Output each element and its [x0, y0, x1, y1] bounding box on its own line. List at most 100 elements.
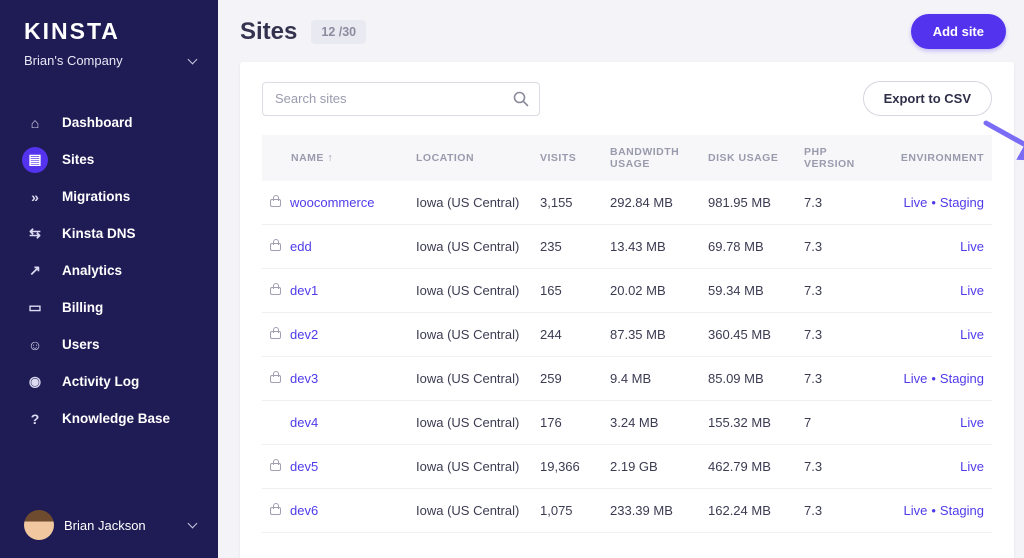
- lock-icon: [270, 194, 281, 207]
- sidebar-item-label: Activity Log: [62, 374, 140, 389]
- export-csv-button[interactable]: Export to CSV: [862, 81, 992, 116]
- search-icon: [513, 91, 529, 106]
- table-row: edd Iowa (US Central) 235 13.43 MB 69.78…: [262, 224, 992, 269]
- sidebar-item-kinsta-dns[interactable]: ⇆ Kinsta DNS: [0, 215, 218, 252]
- search-box: [262, 81, 540, 116]
- env-link-staging[interactable]: Staging: [940, 503, 984, 518]
- location-cell: Iowa (US Central): [408, 488, 532, 533]
- lock-icon: [270, 238, 281, 251]
- lock-icon: [270, 282, 281, 295]
- app-root: Kinsta Brian's Company ⌂ Dashboard ▤ Sit…: [0, 0, 1024, 558]
- site-name-link[interactable]: dev2: [290, 327, 318, 342]
- sidebar-item-label: Sites: [62, 152, 95, 167]
- sites-card: Export to CSV NAME ↑LOCATIONVISITSBANDWI…: [240, 62, 1014, 558]
- env-link-live[interactable]: Live: [960, 459, 984, 474]
- sidebar: Kinsta Brian's Company ⌂ Dashboard ▤ Sit…: [0, 0, 218, 558]
- sidebar-item-label: Knowledge Base: [62, 411, 171, 426]
- php-version-cell: 7.3: [796, 181, 880, 225]
- table-row: dev6 Iowa (US Central) 1,075 233.39 MB 1…: [262, 488, 992, 533]
- column-header-disk[interactable]: DISK USAGE: [700, 135, 796, 181]
- dashboard-icon: ⌂: [30, 114, 40, 131]
- sidebar-item-users[interactable]: ☺ Users: [0, 326, 218, 363]
- site-name-link[interactable]: woocommerce: [290, 195, 375, 210]
- environment-cell: Live: [880, 312, 992, 357]
- env-link-live[interactable]: Live: [903, 503, 927, 518]
- env-separator-icon: •: [931, 371, 936, 386]
- column-header-name[interactable]: NAME ↑: [262, 135, 408, 181]
- site-name-link[interactable]: dev5: [290, 459, 318, 474]
- sidebar-nav: ⌂ Dashboard ▤ Sites » Migrations ⇆ Kinst…: [0, 104, 218, 437]
- environment-cell: Live: [880, 400, 992, 445]
- sidebar-item-migrations[interactable]: » Migrations: [0, 178, 218, 215]
- bandwidth-cell: 87.35 MB: [602, 312, 700, 357]
- location-cell: Iowa (US Central): [408, 312, 532, 357]
- column-header-location[interactable]: LOCATION: [408, 135, 532, 181]
- chevron-down-icon: [187, 518, 198, 529]
- analytics-icon: ↗: [29, 262, 41, 278]
- sidebar-item-sites[interactable]: ▤ Sites: [0, 141, 218, 178]
- php-version-cell: 7.3: [796, 312, 880, 357]
- env-link-live[interactable]: Live: [960, 239, 984, 254]
- location-cell: Iowa (US Central): [408, 444, 532, 489]
- php-version-cell: 7.3: [796, 444, 880, 489]
- sites-icon: ▤: [22, 146, 48, 173]
- sidebar-item-billing[interactable]: ▭ Billing: [0, 289, 218, 326]
- env-link-live[interactable]: Live: [960, 415, 984, 430]
- site-name-link[interactable]: dev4: [290, 415, 318, 430]
- disk-cell: 162.24 MB: [700, 488, 796, 533]
- disk-cell: 85.09 MB: [700, 356, 796, 401]
- table-body: woocommerce Iowa (US Central) 3,155 292.…: [262, 181, 992, 533]
- php-version-cell: 7.3: [796, 224, 880, 269]
- disk-cell: 462.79 MB: [700, 444, 796, 489]
- sidebar-item-label: Migrations: [62, 189, 131, 204]
- sort-arrow-icon: ↑: [323, 152, 334, 164]
- sidebar-item-label: Kinsta DNS: [62, 226, 136, 241]
- location-cell: Iowa (US Central): [408, 356, 532, 401]
- column-header-visits[interactable]: VISITS: [532, 135, 602, 181]
- company-selector[interactable]: Brian's Company: [0, 49, 218, 82]
- sidebar-item-knowledge-base[interactable]: ? Knowledge Base: [0, 400, 218, 437]
- env-link-staging[interactable]: Staging: [940, 371, 984, 386]
- sidebar-item-dashboard[interactable]: ⌂ Dashboard: [0, 104, 218, 141]
- sites-toolbar: Export to CSV: [240, 62, 1014, 135]
- bandwidth-cell: 292.84 MB: [602, 181, 700, 225]
- site-name-link[interactable]: dev3: [290, 371, 318, 386]
- kinsta-dns-icon: ⇆: [29, 225, 41, 241]
- users-icon: ☺: [27, 336, 43, 353]
- site-name-link[interactable]: dev6: [290, 503, 318, 518]
- search-sites-input[interactable]: [262, 81, 540, 116]
- table-row: dev5 Iowa (US Central) 19,366 2.19 GB 46…: [262, 444, 992, 489]
- company-name: Brian's Company: [24, 53, 123, 68]
- visits-cell: 259: [532, 356, 602, 401]
- env-link-live[interactable]: Live: [903, 195, 927, 210]
- lock-icon: [270, 502, 281, 515]
- environment-cell: Live • Staging: [880, 181, 992, 225]
- bandwidth-cell: 233.39 MB: [602, 488, 700, 533]
- lock-icon: [270, 370, 281, 383]
- env-link-staging[interactable]: Staging: [940, 195, 984, 210]
- table-row: dev3 Iowa (US Central) 259 9.4 MB 85.09 …: [262, 356, 992, 401]
- add-site-button[interactable]: Add site: [910, 14, 1006, 49]
- sidebar-item-label: Users: [62, 337, 100, 352]
- sidebar-item-label: Dashboard: [62, 115, 133, 130]
- column-header-bandwidth[interactable]: BANDWIDTH USAGE: [602, 135, 700, 181]
- sidebar-item-activity-log[interactable]: ◉ Activity Log: [0, 363, 218, 400]
- user-menu[interactable]: Brian Jackson: [0, 494, 218, 558]
- env-link-live[interactable]: Live: [903, 371, 927, 386]
- sidebar-item-analytics[interactable]: ↗ Analytics: [0, 252, 218, 289]
- column-header-environment[interactable]: ENVIRONMENT: [880, 135, 992, 181]
- disk-cell: 360.45 MB: [700, 312, 796, 357]
- site-name-link[interactable]: dev1: [290, 283, 318, 298]
- php-version-cell: 7: [796, 400, 880, 445]
- env-link-live[interactable]: Live: [960, 283, 984, 298]
- environment-cell: Live • Staging: [880, 356, 992, 401]
- sites-count-badge: 12 /30: [311, 19, 367, 44]
- lock-icon: [270, 326, 281, 339]
- column-header-php[interactable]: PHP VERSION: [796, 135, 880, 181]
- visits-cell: 1,075: [532, 488, 602, 533]
- env-link-live[interactable]: Live: [960, 327, 984, 342]
- kinsta-logo[interactable]: Kinsta: [0, 0, 218, 49]
- billing-icon: ▭: [28, 299, 42, 315]
- site-name-link[interactable]: edd: [290, 239, 312, 254]
- page-title: Sites: [240, 17, 298, 45]
